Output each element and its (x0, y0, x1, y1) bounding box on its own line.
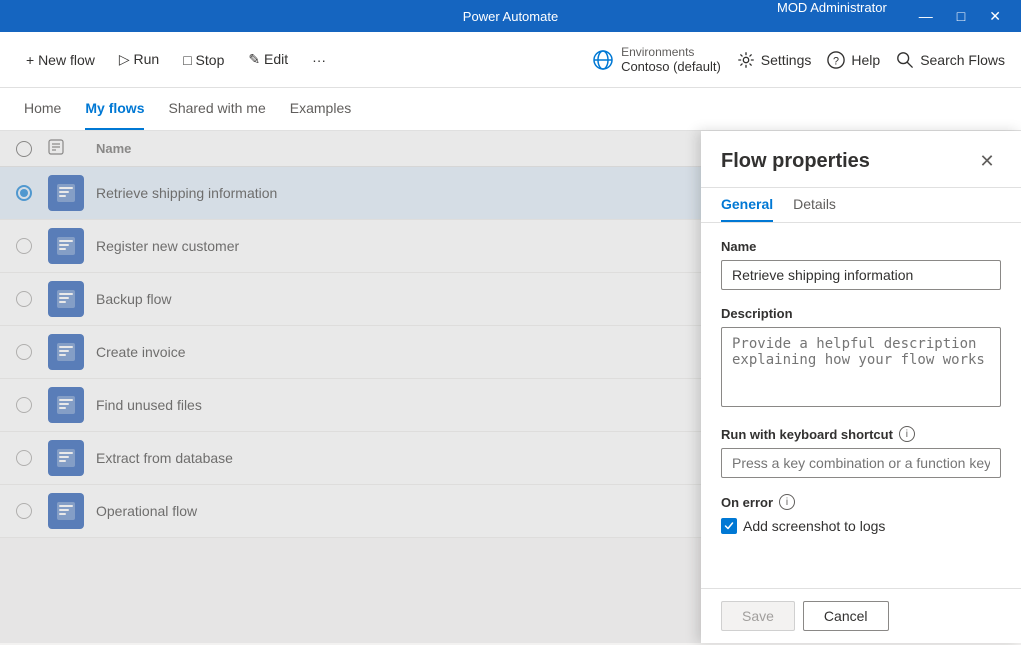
settings-action[interactable]: Settings (737, 51, 812, 69)
main-content: Name Modified ↓ Retrieve shipping inform… (0, 131, 1021, 643)
app-title: Power Automate (463, 9, 558, 24)
close-button[interactable]: ✕ (981, 0, 1009, 32)
environment-info: Environments Contoso (default) (621, 45, 721, 74)
help-icon: ? (827, 51, 845, 69)
nav-tabs: Home My flows Shared with me Examples (0, 88, 1021, 131)
panel-close-button[interactable]: ✕ (973, 147, 1001, 175)
settings-icon (737, 51, 755, 69)
on-error-label: On error (721, 495, 773, 510)
shortcut-label-row: Run with keyboard shortcut i (721, 426, 1001, 442)
panel-header: Flow properties ✕ (701, 131, 1021, 188)
tab-my-flows[interactable]: My flows (85, 88, 144, 130)
description-textarea[interactable] (721, 327, 1001, 407)
more-button[interactable]: ··· (302, 46, 336, 74)
environment-value: Contoso (default) (621, 59, 721, 74)
search-action[interactable]: Search Flows (896, 51, 1005, 69)
name-label: Name (721, 239, 1001, 254)
on-error-info-icon[interactable]: i (779, 494, 795, 510)
tab-home[interactable]: Home (24, 88, 61, 130)
shortcut-label: Run with keyboard shortcut (721, 427, 893, 442)
checkbox-label: Add screenshot to logs (743, 518, 885, 534)
dim-overlay (0, 131, 701, 643)
cancel-button[interactable]: Cancel (803, 601, 889, 631)
user-name: MOD Administrator (777, 0, 887, 32)
save-button[interactable]: Save (721, 601, 795, 631)
name-field-group: Name (721, 239, 1001, 290)
name-input[interactable] (721, 260, 1001, 290)
panel-tabs: General Details (701, 188, 1021, 223)
description-field-group: Description (721, 306, 1001, 410)
tab-examples[interactable]: Examples (290, 88, 351, 130)
search-label: Search Flows (920, 52, 1005, 68)
shortcut-info-icon[interactable]: i (899, 426, 915, 442)
panel-body: Name Description Run with keyboard short… (701, 223, 1021, 588)
help-label: Help (851, 52, 880, 68)
stop-button[interactable]: □ Stop (173, 46, 234, 74)
environment-icon (593, 50, 613, 70)
on-error-group: On error i Add screenshot to logs (721, 494, 1001, 534)
help-action[interactable]: ? Help (827, 51, 880, 69)
title-bar: Power Automate MOD Administrator — □ ✕ (0, 0, 1021, 32)
panel-title: Flow properties (721, 150, 870, 173)
checkbox-row: Add screenshot to logs (721, 518, 1001, 534)
panel-tab-general[interactable]: General (721, 188, 773, 222)
search-icon (896, 51, 914, 69)
panel-footer: Save Cancel (701, 588, 1021, 643)
description-label: Description (721, 306, 1001, 321)
run-button[interactable]: ▷ Run (109, 45, 169, 74)
window-controls: MOD Administrator — □ ✕ (777, 0, 1009, 32)
shortcut-field-group: Run with keyboard shortcut i (721, 426, 1001, 478)
flow-properties-panel: Flow properties ✕ General Details Name D… (701, 131, 1021, 643)
maximize-button[interactable]: □ (949, 0, 973, 32)
settings-label: Settings (761, 52, 812, 68)
panel-tab-details[interactable]: Details (793, 188, 836, 222)
svg-text:?: ? (833, 55, 839, 67)
on-error-label-row: On error i (721, 494, 1001, 510)
edit-button[interactable]: ✎ Edit (238, 45, 298, 74)
minimize-button[interactable]: — (911, 0, 941, 32)
shortcut-input[interactable] (721, 448, 1001, 478)
screenshot-checkbox[interactable] (721, 518, 737, 534)
toolbar: + New flow ▷ Run □ Stop ✎ Edit ··· Envir… (0, 32, 1021, 88)
new-flow-button[interactable]: + New flow (16, 46, 105, 74)
environment-label: Environments (621, 45, 721, 59)
toolbar-right: Environments Contoso (default) Settings … (593, 45, 1005, 74)
tab-shared-with-me[interactable]: Shared with me (168, 88, 265, 130)
environment-block[interactable]: Environments Contoso (default) (593, 45, 721, 74)
